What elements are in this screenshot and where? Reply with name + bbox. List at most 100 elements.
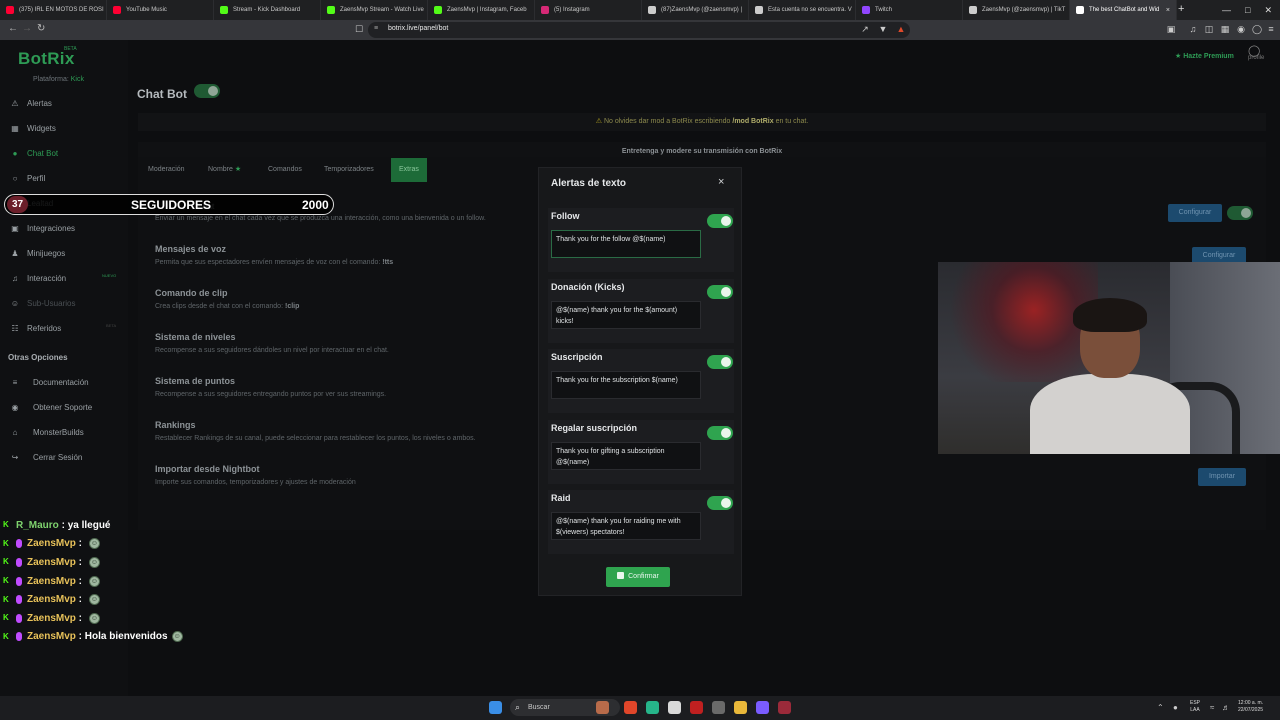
feature-partial-desc: Enviar un mensaje en el chat cada vez qu…	[155, 215, 486, 222]
windows-start-icon[interactable]	[489, 701, 502, 714]
premium-link[interactable]: ★ Hazte Premium	[1175, 52, 1234, 60]
sidebar-item-chatbot[interactable]: ● Chat Bot	[10, 146, 59, 160]
steam-icon[interactable]	[712, 701, 725, 714]
sidebar-item-integrations[interactable]: ▣ Integraciones	[10, 221, 75, 235]
alert-message-field[interactable]: Thank you for the follow @$(name)	[551, 230, 701, 258]
vpn-icon[interactable]: ◉	[1236, 24, 1246, 34]
chat-alerts-toggle[interactable]	[1227, 206, 1253, 220]
browser-tab[interactable]: Twitch	[856, 0, 963, 20]
feature-command: !tts	[382, 259, 394, 266]
tab-comandos[interactable]: Comandos	[268, 158, 302, 182]
browser-tab[interactable]: Esta cuenta no se encuentra. V	[749, 0, 856, 20]
app-icon[interactable]	[646, 701, 659, 714]
browser-tab-bar: (375) IRL EN MOTOS DE ROSI YouTube Music S…	[0, 0, 1280, 20]
sidebar-item-minigames[interactable]: ♟ Minijuegos	[10, 246, 65, 260]
wallet-icon[interactable]: ▦	[1220, 24, 1230, 34]
chatbot-toggle[interactable]	[194, 84, 220, 98]
configure-button[interactable]: Configurar	[1168, 204, 1222, 222]
profile-avatar-icon[interactable]: ◯	[1252, 24, 1262, 34]
chat-username: ZaensMvp	[27, 575, 76, 587]
tab-nombre[interactable]: Nombre ★	[208, 158, 241, 182]
sidebar-item-subusers[interactable]: ☺ Sub-Usuarios	[10, 296, 76, 310]
tray-chevron-icon[interactable]: ⌃	[1157, 703, 1164, 712]
sidebar-item-docs[interactable]: ≡ Documentación	[10, 375, 89, 389]
sidebar-item-support[interactable]: ◉ Obtener Soporte	[10, 400, 93, 414]
sidebar-item-label: Minijuegos	[27, 248, 66, 258]
alert-toggle[interactable]	[707, 496, 733, 510]
app-icon[interactable]	[778, 701, 791, 714]
taskbar-widget-icon[interactable]	[596, 701, 609, 714]
alert-toggle[interactable]	[707, 214, 733, 228]
forward-icon[interactable]: →	[22, 23, 32, 34]
browser-tab[interactable]: ZaensMvp Stream - Watch Live	[321, 0, 428, 20]
alert-message-field[interactable]: Thank you for the subscription $(name)	[551, 371, 701, 399]
url-field[interactable]: ≡ botrix.live/panel/bot	[368, 22, 910, 38]
tab-temporizadores[interactable]: Temporizadores	[324, 158, 374, 182]
wifi-icon[interactable]: ≈	[1210, 703, 1214, 712]
alert-message-field[interactable]: @$(name) thank you for the $(amount) kic…	[551, 300, 701, 329]
sidebar-item-monster[interactable]: ⌂ MonsterBuilds	[10, 425, 84, 439]
bookmark-icon[interactable]: ☐	[354, 24, 364, 34]
new-tab-button[interactable]: +	[1178, 3, 1184, 15]
sidebar-icon[interactable]: ◫	[1204, 24, 1214, 34]
browser-tab[interactable]: (375) IRL EN MOTOS DE ROSI	[0, 0, 107, 20]
extensions-icon[interactable]: ▣	[1166, 24, 1176, 34]
file-explorer-icon[interactable]	[734, 701, 747, 714]
sidebar-item-logout[interactable]: ↪ Cerrar Sesión	[10, 450, 83, 464]
alert-message-field[interactable]: Thank you for gifting a subscription @$(…	[551, 441, 701, 470]
site-info-icon[interactable]: ≡	[374, 25, 378, 32]
sidebar-item-profile[interactable]: ○ Perfil	[10, 171, 46, 185]
alert-label: Regalar suscripción	[551, 422, 638, 433]
tab-favicon-icon	[6, 6, 14, 14]
chat-message: K ZaensMvp : ☺	[3, 538, 100, 550]
browser-tab[interactable]: ZaensMvp | Instagram, Faceb	[428, 0, 535, 20]
subusers-icon: ☺	[10, 298, 20, 308]
other-options-title: Otras Opciones	[8, 353, 68, 362]
profile-icon: ○	[12, 173, 18, 183]
browser-tab[interactable]: (87)ZaensMvp (@zaensmvp) |	[642, 0, 749, 20]
mic-icon[interactable]: ●	[1173, 703, 1178, 712]
close-window-icon[interactable]: ✕	[1264, 5, 1272, 16]
sidebar-item-widgets[interactable]: ▦ Widgets	[10, 121, 56, 135]
import-button[interactable]: Importar	[1198, 468, 1246, 486]
close-tab-icon[interactable]: ×	[1166, 7, 1170, 14]
confirm-button[interactable]: Confirmar	[606, 567, 670, 587]
browser-tab[interactable]: Stream - Kick Dashboard	[214, 0, 321, 20]
brave-icon[interactable]	[624, 701, 637, 714]
language-indicator[interactable]: ESP LAA	[1190, 700, 1200, 714]
feature-title: Sistema de puntos	[155, 376, 236, 386]
close-icon[interactable]: ×	[718, 176, 724, 188]
browser-tab[interactable]: YouTube Music	[107, 0, 214, 20]
alert-section: Suscripción Thank you for the subscriptio…	[548, 349, 734, 413]
alert-toggle[interactable]	[707, 284, 733, 299]
feature-title: Sistema de niveles	[155, 332, 236, 342]
app-icon[interactable]	[756, 701, 769, 714]
sidebar-item-alert[interactable]: ⚠ Alertas	[10, 96, 52, 110]
tab-extras[interactable]: Extras	[391, 158, 427, 182]
share-icon[interactable]: ↗	[860, 24, 870, 34]
feature-desc: Restablecer Rankings de su canal, puede …	[155, 435, 476, 442]
botrix-logo[interactable]: BotRix	[18, 49, 75, 69]
browser-tab[interactable]: ZaensMvp (@zaensmvp) | TikT	[963, 0, 1070, 20]
clock[interactable]: 12:00 a. m. 22/07/2025	[1238, 700, 1263, 714]
profile-label: profile	[1248, 55, 1265, 61]
music-icon[interactable]: ♫	[1188, 24, 1198, 34]
reload-icon[interactable]: ↻	[37, 23, 45, 34]
chrome-icon[interactable]	[668, 701, 681, 714]
menu-icon[interactable]: ≡	[1266, 24, 1276, 34]
maximize-icon[interactable]: □	[1245, 5, 1250, 15]
browser-tab[interactable]: (5) Instagram	[535, 0, 642, 20]
brave-shield-icon[interactable]: ▼	[878, 24, 888, 34]
back-icon[interactable]: ←	[8, 23, 18, 34]
minimize-icon[interactable]: —	[1222, 5, 1231, 15]
volume-icon[interactable]: ♬	[1222, 703, 1230, 712]
sidebar-item-interaction[interactable]: ♫ Interacción	[10, 271, 66, 285]
alert-toggle[interactable]	[707, 355, 733, 369]
obs-icon[interactable]	[690, 701, 703, 714]
tab-moderacion[interactable]: Moderación	[148, 158, 185, 182]
browser-tab[interactable]: The best ChatBot and Wid ×	[1070, 0, 1177, 20]
brave-rewards-icon[interactable]: ▲	[896, 24, 906, 34]
alert-message-field[interactable]: @$(name) thank you for raiding me with $…	[551, 512, 701, 540]
sidebar-item-referrals[interactable]: ☷ Referidos	[10, 321, 61, 335]
alert-toggle[interactable]	[707, 425, 733, 440]
